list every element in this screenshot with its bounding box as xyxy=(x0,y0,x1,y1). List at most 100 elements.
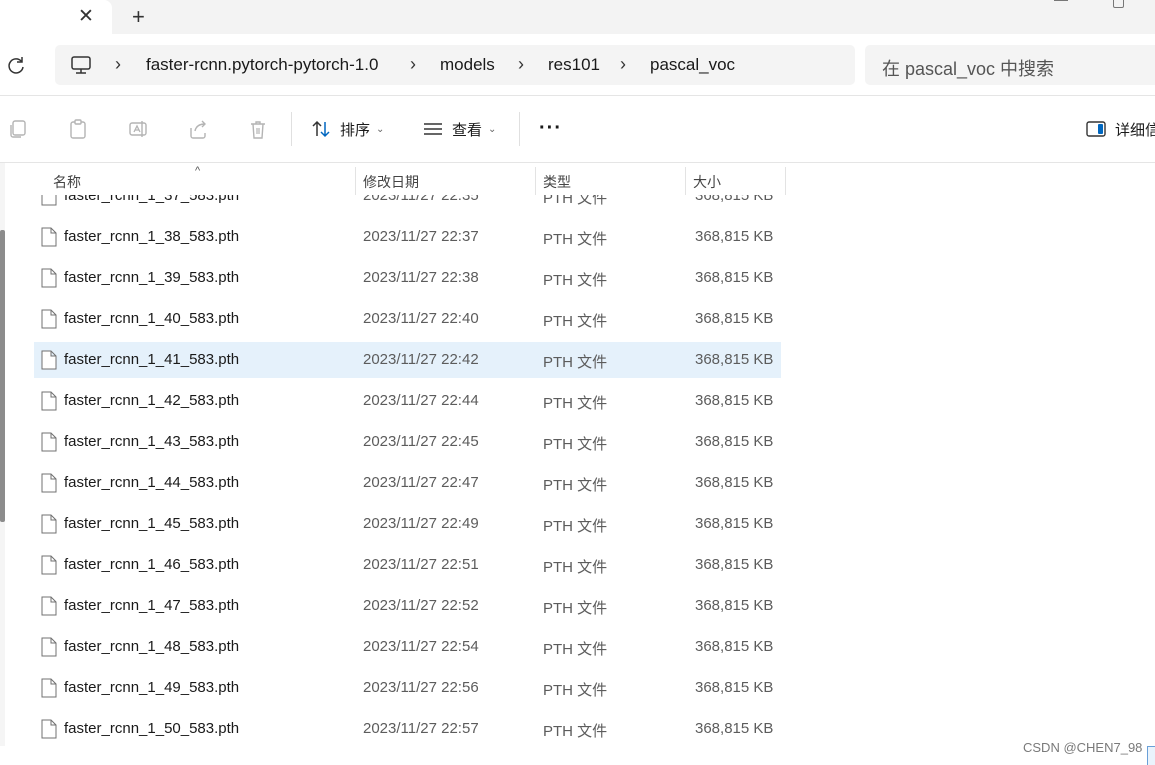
file-row[interactable]: faster_rcnn_1_46_583.pth 2023/11/27 22:5… xyxy=(34,547,781,583)
file-size: 368,815 KB xyxy=(695,474,774,491)
file-size: 368,815 KB xyxy=(695,351,774,368)
breadcrumb-separator-icon[interactable]: › xyxy=(620,54,626,75)
file-row[interactable]: faster_rcnn_1_50_583.pth 2023/11/27 22:5… xyxy=(34,711,781,746)
file-size: 368,815 KB xyxy=(695,310,774,327)
file-date: 2023/11/27 22:42 xyxy=(363,351,479,368)
file-date: 2023/11/27 22:49 xyxy=(363,515,479,532)
file-name: faster_rcnn_1_38_583.pth xyxy=(64,228,240,245)
file-date: 2023/11/27 22:51 xyxy=(363,556,479,573)
file-size: 368,815 KB xyxy=(695,228,774,245)
file-icon xyxy=(41,596,57,616)
chevron-down-icon: ⌄ xyxy=(376,123,385,135)
file-icon xyxy=(41,195,57,206)
command-separator xyxy=(291,112,292,146)
file-type: PTH 文件 xyxy=(543,477,608,494)
file-icon xyxy=(41,678,57,698)
breadcrumb-separator-icon[interactable]: › xyxy=(115,54,121,75)
close-tab-icon[interactable]: ✕ xyxy=(78,7,94,27)
paste-icon[interactable] xyxy=(67,118,89,140)
tab-strip: ✕ + xyxy=(0,0,1155,34)
file-type: PTH 文件 xyxy=(543,313,608,330)
file-icon xyxy=(41,514,57,534)
details-pane-button[interactable]: 详细信 xyxy=(1085,118,1155,140)
details-pane-label: 详细信 xyxy=(1115,121,1155,139)
file-name: faster_rcnn_1_37_583.pth xyxy=(64,195,240,204)
file-type: PTH 文件 xyxy=(543,354,608,371)
column-header-type[interactable]: 类型 xyxy=(536,163,685,195)
address-bar[interactable]: › faster-rcnn.pytorch-pytorch-1.0 › mode… xyxy=(55,45,855,85)
search-input[interactable]: 在 pascal_voc 中搜索 xyxy=(865,45,1155,85)
more-options-icon[interactable]: ··· xyxy=(539,117,562,140)
file-row[interactable]: faster_rcnn_1_43_583.pth 2023/11/27 22:4… xyxy=(34,424,781,460)
breadcrumb-separator-icon[interactable]: › xyxy=(410,54,416,75)
file-type: PTH 文件 xyxy=(543,518,608,535)
file-row[interactable]: faster_rcnn_1_47_583.pth 2023/11/27 22:5… xyxy=(34,588,781,624)
file-row[interactable]: faster_rcnn_1_40_583.pth 2023/11/27 22:4… xyxy=(34,301,781,337)
column-header-date[interactable]: 修改日期 xyxy=(356,163,535,195)
file-date: 2023/11/27 22:44 xyxy=(363,392,479,409)
file-date: 2023/11/27 22:47 xyxy=(363,474,479,491)
sort-button[interactable]: 排序 ⌄ xyxy=(310,118,384,140)
corner-widget xyxy=(1147,746,1155,765)
file-icon xyxy=(41,473,57,493)
file-row[interactable]: faster_rcnn_1_45_583.pth 2023/11/27 22:4… xyxy=(34,506,781,542)
sort-label: 排序 xyxy=(340,121,371,139)
file-row[interactable]: faster_rcnn_1_49_583.pth 2023/11/27 22:5… xyxy=(34,670,781,706)
command-separator xyxy=(519,112,520,146)
breadcrumb-item[interactable]: pascal_voc xyxy=(650,55,735,75)
breadcrumb-item[interactable]: res101 xyxy=(548,55,600,75)
column-header-name[interactable]: 名称 xyxy=(34,163,355,195)
file-type: PTH 文件 xyxy=(543,600,608,617)
breadcrumb-item[interactable]: faster-rcnn.pytorch-pytorch-1.0 xyxy=(146,55,378,75)
watermark-text: CSDN @CHEN7_98 xyxy=(1023,740,1143,755)
file-type: PTH 文件 xyxy=(543,641,608,658)
file-row-selected[interactable]: faster_rcnn_1_41_583.pth 2023/11/27 22:4… xyxy=(34,342,781,378)
column-header-label: 修改日期 xyxy=(363,174,419,190)
column-header-size[interactable]: 大小 xyxy=(686,163,785,195)
file-row[interactable]: faster_rcnn_1_37_583.pth 2023/11/27 22:3… xyxy=(34,195,781,214)
file-name: faster_rcnn_1_48_583.pth xyxy=(64,638,240,655)
file-row[interactable]: faster_rcnn_1_39_583.pth 2023/11/27 22:3… xyxy=(34,260,781,296)
search-placeholder: 在 pascal_voc 中搜索 xyxy=(882,59,1055,79)
view-button[interactable]: 查看 ⌄ xyxy=(422,118,496,140)
column-header-label: 大小 xyxy=(693,174,721,190)
file-icon xyxy=(41,719,57,739)
file-date: 2023/11/27 22:54 xyxy=(363,638,479,655)
minimize-icon[interactable] xyxy=(1054,0,1068,2)
file-size: 368,815 KB xyxy=(695,515,774,532)
file-icon xyxy=(41,350,57,370)
file-row[interactable]: faster_rcnn_1_44_583.pth 2023/11/27 22:4… xyxy=(34,465,781,501)
file-name: faster_rcnn_1_49_583.pth xyxy=(64,679,240,696)
delete-icon[interactable] xyxy=(247,118,269,140)
computer-icon[interactable] xyxy=(70,54,92,76)
file-icon xyxy=(41,227,57,247)
copy-icon[interactable] xyxy=(7,118,29,140)
maximize-icon[interactable] xyxy=(1113,0,1124,8)
file-name: faster_rcnn_1_41_583.pth xyxy=(64,351,240,368)
file-name: faster_rcnn_1_47_583.pth xyxy=(64,597,240,614)
breadcrumb-item[interactable]: models xyxy=(440,55,495,75)
refresh-icon[interactable] xyxy=(6,54,26,76)
breadcrumb-separator-icon[interactable]: › xyxy=(518,54,524,75)
file-row[interactable]: faster_rcnn_1_42_583.pth 2023/11/27 22:4… xyxy=(34,383,781,419)
file-size: 368,815 KB xyxy=(695,392,774,409)
file-type: PTH 文件 xyxy=(543,723,608,740)
tab-current[interactable]: ✕ xyxy=(0,0,112,34)
share-icon[interactable] xyxy=(187,118,209,140)
file-row[interactable]: faster_rcnn_1_38_583.pth 2023/11/27 22:3… xyxy=(34,219,781,255)
file-size: 368,815 KB xyxy=(695,195,774,204)
file-date: 2023/11/27 22:56 xyxy=(363,679,479,696)
file-type: PTH 文件 xyxy=(543,559,608,576)
column-resize-handle[interactable] xyxy=(785,167,786,195)
file-date: 2023/11/27 22:37 xyxy=(363,228,479,245)
file-type: PTH 文件 xyxy=(543,231,608,248)
file-name: faster_rcnn_1_40_583.pth xyxy=(64,310,240,327)
column-header-row: ^ 名称 修改日期 类型 大小 xyxy=(0,163,1155,195)
file-date: 2023/11/27 22:38 xyxy=(363,269,479,286)
file-date: 2023/11/27 22:57 xyxy=(363,720,479,737)
new-tab-icon[interactable]: + xyxy=(132,5,145,29)
file-type: PTH 文件 xyxy=(543,195,608,207)
view-list-icon xyxy=(424,123,442,135)
rename-icon[interactable] xyxy=(127,118,149,140)
file-row[interactable]: faster_rcnn_1_48_583.pth 2023/11/27 22:5… xyxy=(34,629,781,665)
